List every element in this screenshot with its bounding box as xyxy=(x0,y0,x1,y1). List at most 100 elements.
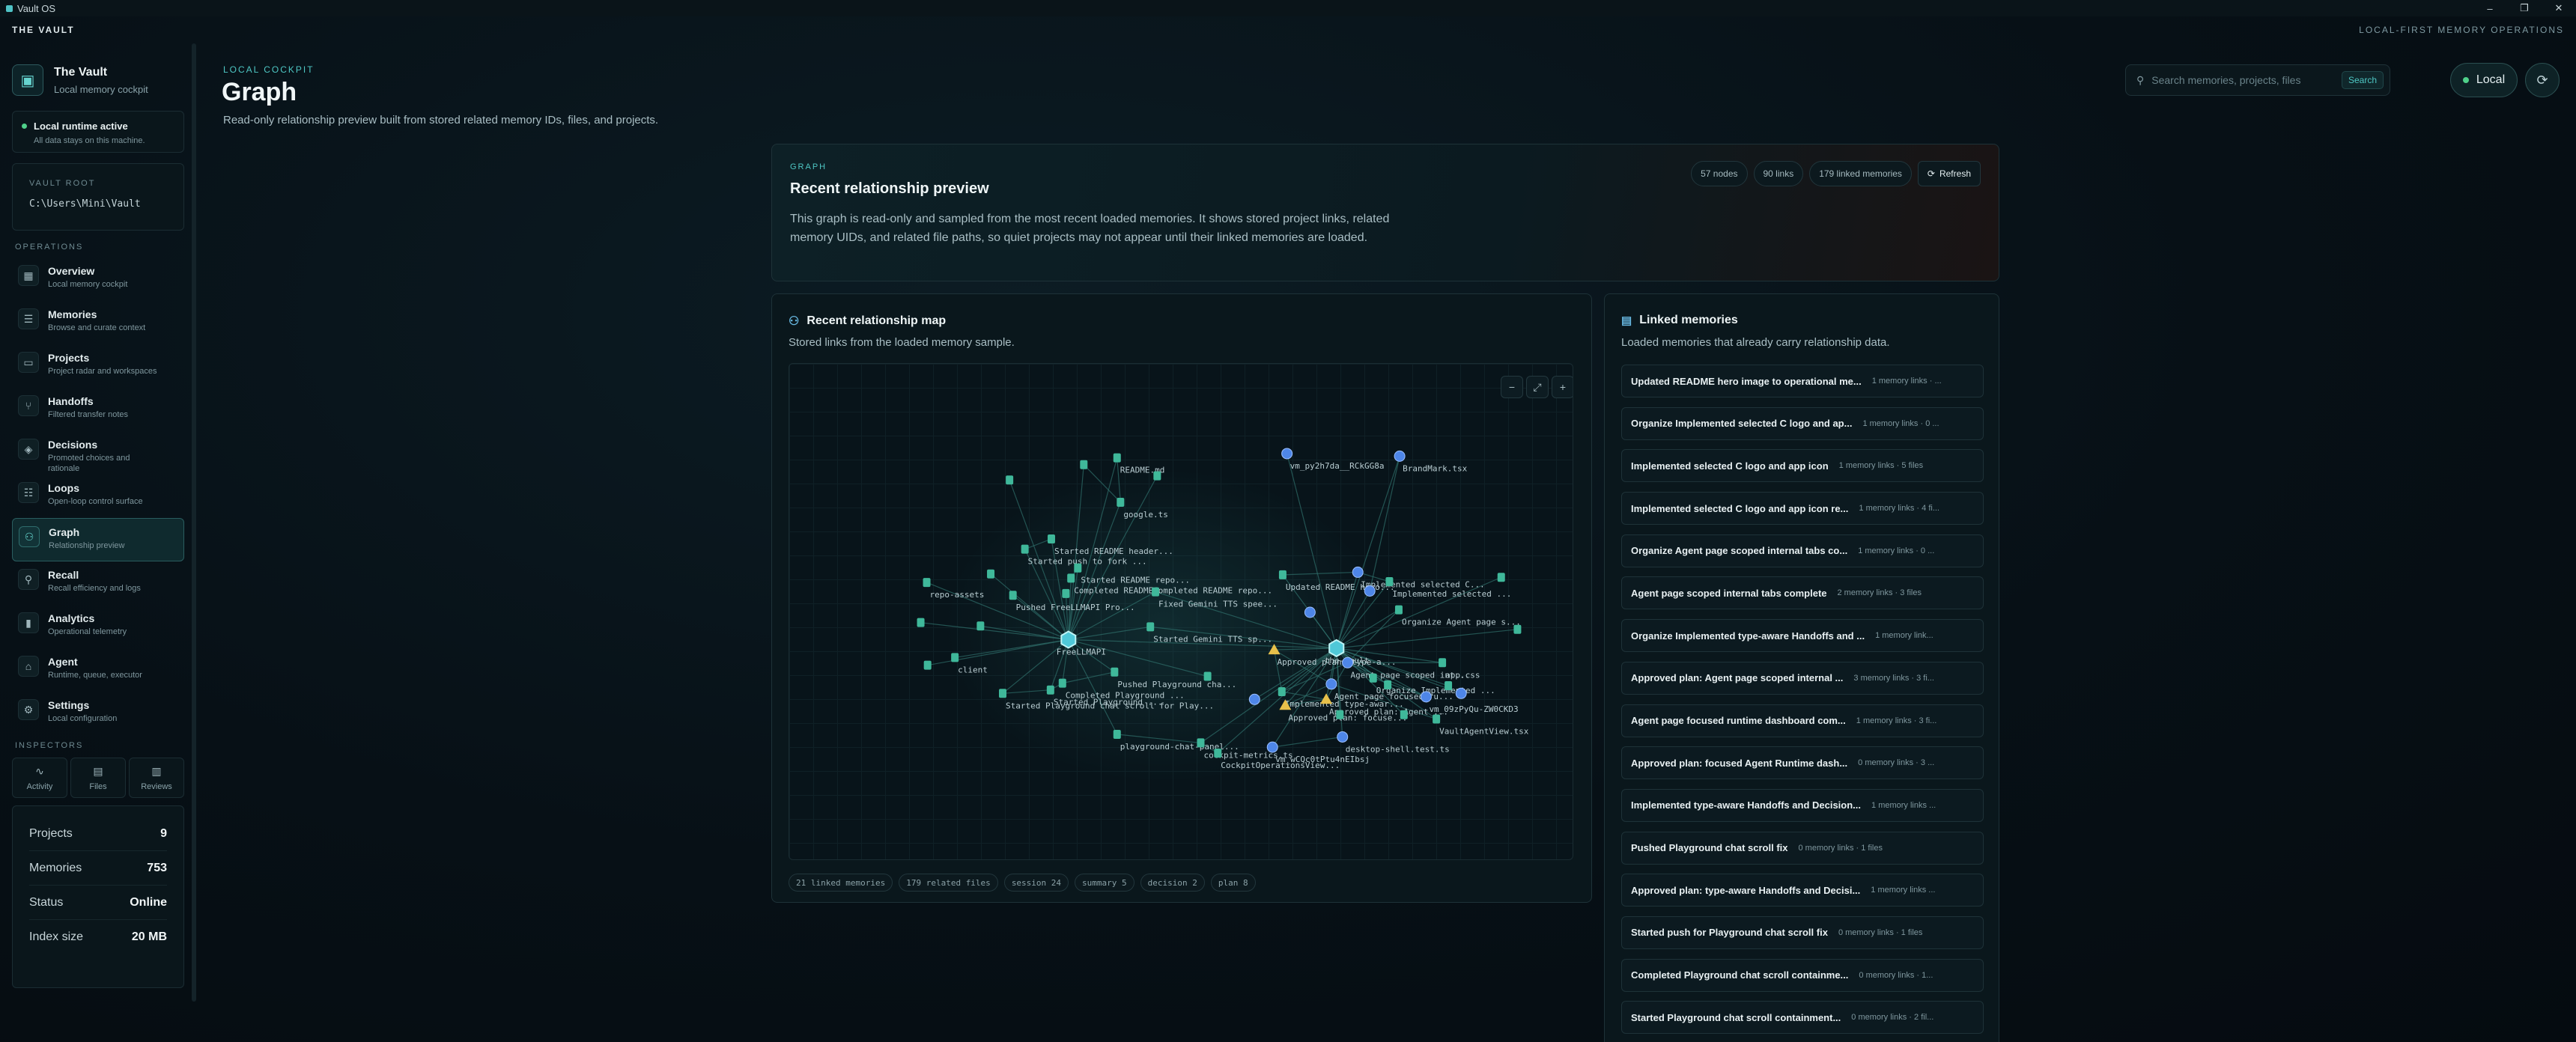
sidebar-item-overview[interactable]: ▦ Overview Local memory cockpit xyxy=(12,258,184,301)
inspectors-heading: INSPECTORS xyxy=(15,741,84,750)
sidebar-item-handoffs[interactable]: ⑂ Handoffs Filtered transfer notes xyxy=(12,388,184,431)
sidebar-item-settings[interactable]: ⚙ Settings Local configuration xyxy=(12,692,184,735)
graph-node-memory[interactable] xyxy=(1080,460,1088,469)
sidebar-item-subtitle: Promoted choices and rationale xyxy=(48,454,130,473)
graph-svg[interactable]: FreeLLMAPIthe-vaultREADME.mdgoogle.tsvm_… xyxy=(789,364,1573,860)
sync-button[interactable]: ⟳ xyxy=(2525,63,2560,97)
linked-memory-item[interactable]: Organize Agent page scoped internal tabs… xyxy=(1621,534,1984,567)
linked-memory-item[interactable]: Implemented type-aware Handoffs and Deci… xyxy=(1621,788,1984,822)
graph-node-memory[interactable]: Pushed Playground cha... xyxy=(1111,667,1236,689)
linked-memory-item[interactable]: Agent page scoped internal tabs complete… xyxy=(1621,576,1984,610)
graph-edge xyxy=(1369,456,1400,591)
sidebar-item-projects[interactable]: ▭ Projects Project radar and workspaces xyxy=(12,344,184,388)
graph-node-memory[interactable] xyxy=(1384,680,1392,689)
sidebar-item-recall[interactable]: ⚲ Recall Recall efficiency and logs xyxy=(12,561,184,605)
graph-node-memory[interactable]: app.css xyxy=(1439,658,1480,680)
close-icon[interactable]: ✕ xyxy=(2542,0,2576,16)
graph-node-memory[interactable] xyxy=(976,621,985,631)
linked-memory-meta: 1 memory links · 0 ... xyxy=(1862,418,1939,428)
inspector-files-button[interactable]: ▤ Files xyxy=(70,758,126,798)
linked-memory-item[interactable]: Started Playground chat scroll containme… xyxy=(1621,1001,1984,1035)
linked-memory-meta: 1 memory links ... xyxy=(1871,800,1936,810)
sidebar-item-graph[interactable]: ⚇ Graph Relationship preview xyxy=(12,518,184,561)
sidebar-item-analytics[interactable]: ▮ Analytics Operational telemetry xyxy=(12,605,184,648)
sidebar-item-memories[interactable]: ☰ Memories Browse and curate context xyxy=(12,301,184,344)
linked-memory-item[interactable]: Pushed Playground chat scroll fix 0 memor… xyxy=(1621,831,1984,865)
summary-chip: summary 5 xyxy=(1075,874,1134,892)
graph-node-file[interactable]: desktop-shell.test.ts xyxy=(1337,731,1450,754)
graph-node-memory[interactable]: google.ts xyxy=(1117,497,1168,520)
graph-node-memory[interactable]: VaultAgentView.tsx xyxy=(1433,714,1529,737)
vault-root-label: VAULT ROOT xyxy=(29,179,96,188)
inspector-label: Files xyxy=(89,782,107,791)
linked-memory-title: Implemented selected C logo and app icon xyxy=(1631,460,1829,472)
linked-memory-item[interactable]: Started push for Playground chat scroll … xyxy=(1621,915,1984,949)
linked-memory-item[interactable]: Approved plan: focused Agent Runtime das… xyxy=(1621,746,1984,780)
linked-memory-item[interactable]: Organize Implemented type-aware Handoffs… xyxy=(1621,619,1984,653)
graph-node-file[interactable] xyxy=(1304,606,1316,618)
graph-node-memory[interactable] xyxy=(1497,573,1505,582)
sidebar-item-loops[interactable]: ☷ Loops Open-loop control surface xyxy=(12,475,184,518)
graph-node-memory[interactable] xyxy=(1400,710,1408,719)
inspector-activity-button[interactable]: ∿ Activity xyxy=(12,758,67,798)
graph-node-memory[interactable] xyxy=(1513,624,1522,634)
summary-chip: 179 related files xyxy=(899,874,998,892)
minimize-icon[interactable]: – xyxy=(2473,0,2507,16)
linked-memory-title: Completed Playground chat scroll contain… xyxy=(1631,969,1849,981)
fit-view-button[interactable]: ⤢ xyxy=(1526,376,1549,398)
linked-memories-subtitle: Loaded memories that already carry relat… xyxy=(1621,336,1890,349)
linked-memory-item[interactable]: Implemented selected C logo and app icon… xyxy=(1621,449,1984,483)
graph-node-file[interactable] xyxy=(1248,693,1260,705)
graph-node-memory[interactable] xyxy=(1445,681,1453,691)
graph-node-memory[interactable]: repo-assets xyxy=(923,578,985,600)
graph-node-memory[interactable]: Organize Agent page s... xyxy=(1394,605,1521,627)
graph-node-memory[interactable] xyxy=(1336,710,1344,719)
analytics-icon: ▮ xyxy=(18,612,39,633)
graph-node-memory[interactable]: Started README repo... xyxy=(1074,563,1190,585)
linked-memory-item[interactable]: Approved plan: type-aware Handoffs and D… xyxy=(1621,874,1984,907)
linked-memory-item[interactable]: Agent page focused runtime dashboard com… xyxy=(1621,704,1984,737)
vault-root-card: VAULT ROOT C:\Users\Mini\Vault xyxy=(12,163,184,231)
graph-node-memory[interactable] xyxy=(1062,588,1070,598)
search-button[interactable]: Search xyxy=(2341,71,2384,89)
graph-node-memory[interactable] xyxy=(1203,671,1212,681)
relationship-graph-canvas[interactable]: FreeLLMAPIthe-vaultREADME.mdgoogle.tsvm_… xyxy=(789,363,1573,860)
linked-memory-item[interactable]: Completed Playground chat scroll contain… xyxy=(1621,958,1984,992)
zoom-out-button[interactable]: − xyxy=(1501,376,1523,398)
local-status-dot-icon xyxy=(2462,77,2469,83)
inspector-reviews-button[interactable]: ▥ Reviews xyxy=(129,758,184,798)
graph-node-file[interactable]: BrandMark.tsx xyxy=(1394,450,1468,473)
graph-node-memory[interactable] xyxy=(1153,471,1161,481)
maximize-icon[interactable]: ❐ xyxy=(2507,0,2542,16)
linked-memory-item[interactable]: Updated README hero image to operational… xyxy=(1621,365,1984,397)
document-icon: ▤ xyxy=(1621,314,1632,327)
linked-memory-item[interactable]: Implemented selected C logo and app icon… xyxy=(1621,492,1984,525)
graph-node-file[interactable] xyxy=(1364,585,1376,597)
refresh-button[interactable]: ⟳ Refresh xyxy=(1917,161,1981,186)
graph-node-memory[interactable]: Started README header... xyxy=(1047,534,1173,556)
sidebar-item-agent[interactable]: ⌂ Agent Runtime, queue, executor xyxy=(12,648,184,692)
graph-node-memory[interactable] xyxy=(987,569,995,579)
zoom-in-button[interactable]: + xyxy=(1552,376,1573,398)
linked-memory-item[interactable]: Approved plan: Agent page scoped interna… xyxy=(1621,661,1984,695)
runtime-status-dot-icon xyxy=(22,124,27,129)
graph-node-file[interactable]: vm_py2h7da__RCkGG8a xyxy=(1281,448,1385,471)
graph-node-memory[interactable] xyxy=(917,618,925,627)
linked-memory-item[interactable]: Organize Implemented selected C logo and… xyxy=(1621,406,1984,440)
local-mode-button[interactable]: Local xyxy=(2450,63,2518,97)
stat-value: Online xyxy=(130,895,167,909)
graph-node-memory[interactable] xyxy=(923,660,932,670)
graph-node-shape xyxy=(1266,741,1278,753)
app-logo-icon xyxy=(6,4,13,12)
sidebar-item-label: Recall xyxy=(48,569,79,581)
linked-memory-title: Organize Implemented type-aware Handoffs… xyxy=(1631,630,1865,642)
search-input[interactable] xyxy=(2151,74,2342,86)
graph-edge xyxy=(927,639,1069,666)
linked-memory-title: Updated README hero image to operational… xyxy=(1631,375,1862,387)
graph-node-memory[interactable]: client xyxy=(951,653,988,674)
linked-memories-pill: 179 linked memories xyxy=(1809,161,1912,186)
sidebar-item-decisions[interactable]: ◈ Decisions Promoted choices and rationale xyxy=(12,431,184,475)
graph-node-file[interactable] xyxy=(1455,687,1467,699)
graph-node-shape xyxy=(1062,588,1070,598)
graph-node-memory[interactable] xyxy=(1006,475,1014,485)
